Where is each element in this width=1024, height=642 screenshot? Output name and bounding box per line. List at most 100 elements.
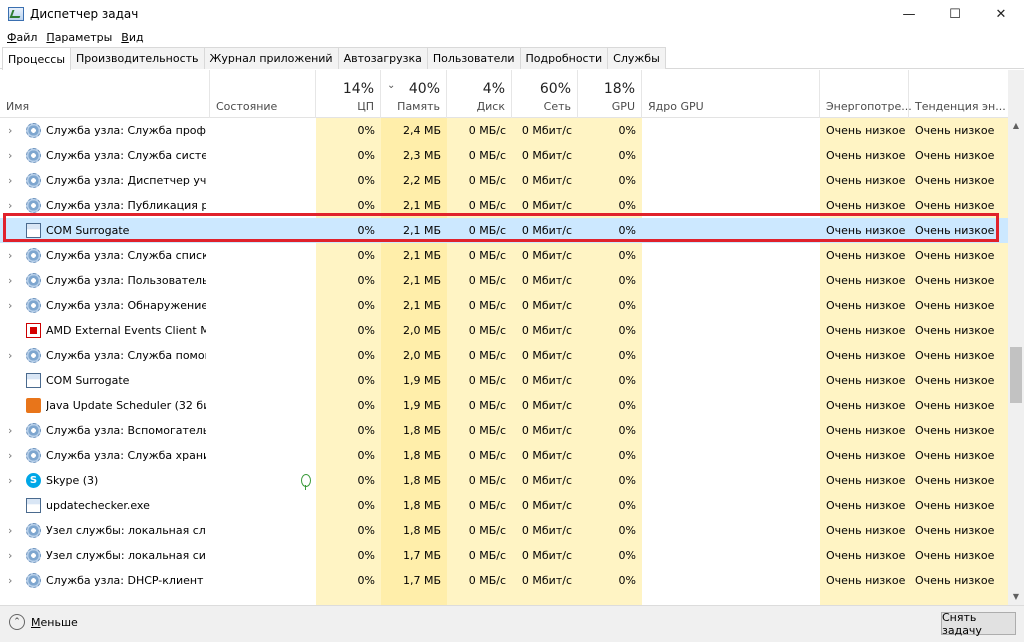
maximize-button[interactable]: ☐ — [932, 0, 978, 28]
disk-value: 0 МБ/с — [468, 124, 506, 137]
memory-value: 2,1 МБ — [402, 249, 441, 262]
network-value: 0 Мбит/с — [521, 424, 572, 437]
expand-chevron-icon[interactable]: › — [8, 168, 12, 193]
disk-value: 0 МБ/с — [468, 149, 506, 162]
column-header-memory[interactable]: ⌄ 40% Память — [381, 70, 447, 118]
expand-chevron-icon[interactable]: › — [8, 193, 12, 218]
title-bar: Диспетчер задач — ☐ ✕ — [0, 0, 1024, 28]
tab-users[interactable]: Пользователи — [426, 47, 521, 69]
table-row[interactable]: › Служба узла: DHCP-клиент 0% 1,7 МБ 0 МБ/с 0… — [0, 568, 1008, 593]
tab-services[interactable]: Службы — [607, 47, 666, 69]
scroll-thumb[interactable] — [1010, 347, 1022, 403]
memory-value: 2,0 МБ — [402, 324, 441, 337]
expand-chevron-icon[interactable]: › — [8, 268, 12, 293]
table-row[interactable]: › Служба узла: Пользовательск... 0% 2,1 МБ 0… — [0, 268, 1008, 293]
column-header-row: Имя Состояние 14% ЦП ⌄ 40% Память 4% Дис… — [0, 70, 1008, 118]
scroll-down-icon[interactable]: ▼ — [1008, 589, 1024, 605]
expand-chevron-icon[interactable]: › — [8, 468, 12, 493]
power-usage-value: Очень низкое — [826, 199, 906, 212]
gpu-value: 0% — [618, 199, 636, 212]
table-row[interactable]: › Служба узла: Служба систем... 0% 2,3 МБ 0 … — [0, 143, 1008, 168]
network-value: 0 Мбит/с — [521, 524, 572, 537]
expand-chevron-icon[interactable]: › — [8, 343, 12, 368]
expand-chevron-icon[interactable]: › — [8, 568, 12, 593]
expand-chevron-icon[interactable]: › — [8, 293, 12, 318]
gear-icon — [26, 423, 41, 438]
gear-icon — [26, 173, 41, 188]
power-trend-value: Очень низкое — [915, 499, 995, 512]
network-value: 0 Мбит/с — [521, 349, 572, 362]
table-row[interactable]: › Служба узла: Обнаружение SS... 0% 2,1 МБ 0… — [0, 293, 1008, 318]
column-header-gpu[interactable]: 18% GPU — [578, 70, 642, 118]
table-row[interactable]: › Служба узла: Служба помощ... 0% 2,0 МБ 0 М… — [0, 343, 1008, 368]
minimize-button[interactable]: — — [886, 0, 932, 28]
cpu-value: 0% — [357, 374, 375, 387]
table-row[interactable]: › Служба узла: Служба хранили... 0% 1,8 МБ 0… — [0, 443, 1008, 468]
gear-icon — [26, 198, 41, 213]
table-row[interactable]: AMD External Events Client Mo... 0% 2,0 МБ… — [0, 318, 1008, 343]
table-row[interactable]: › Служба узла: Публикация рес... 0% 2,1 МБ 0… — [0, 193, 1008, 218]
network-value: 0 Мбит/с — [521, 399, 572, 412]
vertical-scrollbar[interactable]: ▲ ▼ — [1008, 70, 1024, 605]
column-header-name[interactable]: Имя — [0, 70, 210, 118]
column-header-disk[interactable]: 4% Диск — [447, 70, 512, 118]
column-header-network[interactable]: 60% Сеть — [512, 70, 578, 118]
power-trend-value: Очень низкое — [915, 374, 995, 387]
end-task-button[interactable]: Снять задачу — [941, 611, 1016, 637]
tab-app-history[interactable]: Журнал приложений — [203, 47, 339, 69]
expand-chevron-icon[interactable]: › — [8, 118, 12, 143]
table-row[interactable]: › Узел службы: локальная систе... 0% 1,7 МБ… — [0, 543, 1008, 568]
cpu-value: 0% — [357, 174, 375, 187]
expand-chevron-icon[interactable]: › — [8, 143, 12, 168]
expand-chevron-icon[interactable]: › — [8, 518, 12, 543]
tab-details[interactable]: Подробности — [519, 47, 609, 69]
power-usage-value: Очень низкое — [826, 174, 906, 187]
table-row[interactable]: › Служба узла: Диспетчер учетн... 0% 2,2 МБ… — [0, 168, 1008, 193]
expand-chevron-icon[interactable]: › — [8, 543, 12, 568]
fewer-details-button[interactable]: ⌃ Меньше — [9, 614, 78, 630]
process-list: › Служба узла: Служба профил... 0% 2,4 МБ 0 … — [0, 118, 1008, 605]
close-button[interactable]: ✕ — [978, 0, 1024, 28]
menu-view[interactable]: Вид — [121, 31, 143, 44]
table-row[interactable]: › S Skype (3) 0% 1,8 МБ 0 МБ/с 0 Мбит/с 0% Очень… — [0, 468, 1008, 493]
cpu-value: 0% — [357, 299, 375, 312]
memory-value: 1,9 МБ — [402, 374, 441, 387]
network-value: 0 Мбит/с — [521, 124, 572, 137]
process-name: Служба узла: Обнаружение SS... — [46, 299, 206, 312]
expand-chevron-icon[interactable]: › — [8, 443, 12, 468]
tab-performance[interactable]: Производительность — [70, 47, 205, 69]
cpu-value: 0% — [357, 274, 375, 287]
table-row[interactable]: › Служба узла: Служба списка с... 0% 2,1 МБ… — [0, 243, 1008, 268]
tab-processes[interactable]: Процессы — [2, 47, 72, 70]
disk-value: 0 МБ/с — [468, 424, 506, 437]
expand-chevron-icon[interactable]: › — [8, 418, 12, 443]
column-header-cpu[interactable]: 14% ЦП — [316, 70, 381, 118]
cpu-value: 0% — [357, 399, 375, 412]
table-row[interactable]: COM Surrogate 0% 1,9 МБ 0 МБ/с 0 Мбит/с 0% Оче… — [0, 368, 1008, 393]
memory-value: 2,0 МБ — [402, 349, 441, 362]
table-row-selected[interactable]: COM Surrogate 0% 2,1 МБ 0 МБ/с 0 Мбит/с 0% Оче… — [0, 218, 1008, 243]
menu-options[interactable]: Параметры — [46, 31, 112, 44]
table-row[interactable]: Java Update Scheduler (32 бита) 0% 1,9 МБ 0… — [0, 393, 1008, 418]
tab-strip: Процессы Производительность Журнал прило… — [0, 47, 1024, 70]
process-name: updatechecker.exe — [46, 499, 150, 512]
table-row[interactable]: › Узел службы: локальная служ... 0% 1,8 МБ 0… — [0, 518, 1008, 543]
process-name: Служба узла: Публикация рес... — [46, 199, 206, 212]
power-usage-value: Очень низкое — [826, 399, 906, 412]
column-header-status[interactable]: Состояние — [210, 70, 316, 118]
disk-value: 0 МБ/с — [468, 399, 506, 412]
table-row[interactable]: › Служба узла: Служба профил... 0% 2,4 МБ 0 … — [0, 118, 1008, 143]
table-row[interactable]: › Служба узла: Вспомогательн... 0% 1,8 МБ 0 … — [0, 418, 1008, 443]
tab-startup[interactable]: Автозагрузка — [337, 47, 428, 69]
column-header-gpu-engine[interactable]: Ядро GPU — [642, 70, 820, 118]
power-usage-value: Очень низкое — [826, 299, 906, 312]
menu-file[interactable]: Файл — [7, 31, 37, 44]
process-name: COM Surrogate — [46, 224, 130, 237]
table-row[interactable]: updatechecker.exe 0% 1,8 МБ 0 МБ/с 0 Мбит/с 0… — [0, 493, 1008, 518]
scroll-up-icon[interactable]: ▲ — [1008, 118, 1024, 134]
expand-chevron-icon[interactable]: › — [8, 243, 12, 268]
column-header-power-trend[interactable]: Тенденция эн... — [909, 70, 1008, 118]
power-trend-value: Очень низкое — [915, 349, 995, 362]
network-value: 0 Мбит/с — [521, 299, 572, 312]
column-header-power[interactable]: Энергопотре... — [820, 70, 912, 118]
